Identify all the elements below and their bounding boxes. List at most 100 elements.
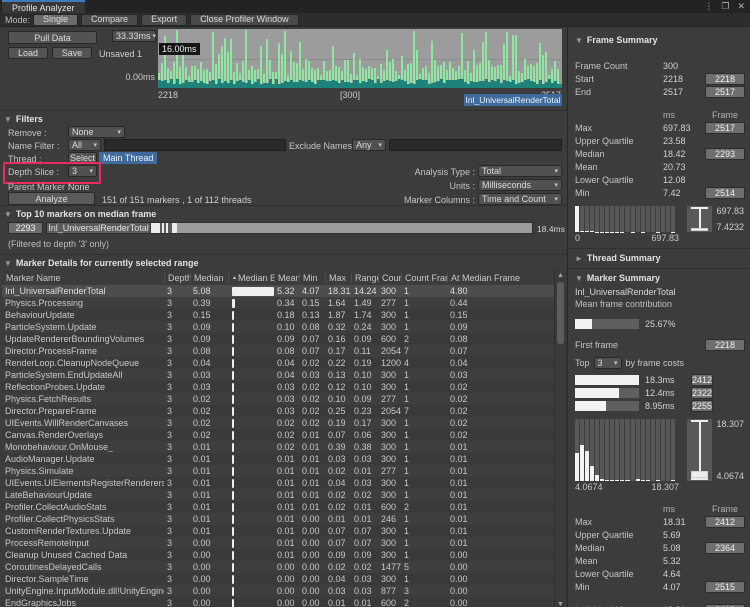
analyze-button[interactable]: Analyze bbox=[8, 192, 95, 205]
marker-summary-title[interactable]: ▼ Marker Summary bbox=[575, 273, 744, 283]
table-row[interactable]: BehaviourUpdate30.150.180.131.871.743001… bbox=[2, 309, 554, 321]
table-row[interactable]: Inl_UniversalRenderTotal35.085.324.0718.… bbox=[2, 285, 554, 297]
table-row[interactable]: Profiler.CollectAudioStats30.010.010.010… bbox=[2, 501, 554, 513]
table-row[interactable]: ParticleSystem.EndUpdateAll30.030.040.03… bbox=[2, 369, 554, 381]
scrollbar-thumb[interactable] bbox=[557, 282, 564, 344]
maximize-icon[interactable]: ❐ bbox=[721, 1, 729, 12]
exclude-names-input[interactable] bbox=[389, 139, 562, 151]
table-row[interactable]: Physics.FetchResults30.020.030.020.100.0… bbox=[2, 393, 554, 405]
export-button[interactable]: Export bbox=[141, 14, 187, 26]
start-frame-button[interactable]: 2218 bbox=[705, 73, 745, 85]
table-row[interactable]: Director.ProcessFrame30.080.080.070.170.… bbox=[2, 345, 554, 357]
col-range[interactable]: Range bbox=[351, 273, 378, 283]
table-row[interactable]: CoroutinesDelayedCalls30.000.000.000.020… bbox=[2, 561, 554, 573]
stat-frame-button[interactable]: 2517 bbox=[705, 122, 745, 134]
table-row[interactable]: LateBehaviourUpdate30.010.010.010.020.02… bbox=[2, 489, 554, 501]
stat-frame-button[interactable]: 2364 bbox=[705, 542, 745, 554]
col-median-bar[interactable]: ▲Median Bar bbox=[228, 273, 274, 283]
table-cell: 0.01 bbox=[299, 502, 325, 512]
end-frame-button[interactable]: 2517 bbox=[705, 86, 745, 98]
top-n-dropdown[interactable]: 3 ▾ bbox=[594, 357, 622, 369]
first-frame-button[interactable]: 2218 bbox=[705, 339, 745, 351]
frame-summary-boxplot[interactable] bbox=[687, 206, 712, 232]
frame-scale-dropdown[interactable]: 33.33ms ▾ bbox=[112, 30, 156, 42]
col-count[interactable]: Count bbox=[378, 273, 401, 283]
table-cell: 1477 bbox=[378, 562, 401, 572]
table-row[interactable]: ProcessRemoteInput30.000.010.000.070.073… bbox=[2, 537, 554, 549]
marker-details-title[interactable]: ▼ Marker Details for currently selected … bbox=[4, 258, 199, 268]
table-row[interactable]: UIEvents.UIElementsRegisterRenderers30.0… bbox=[2, 477, 554, 489]
name-filter-input[interactable] bbox=[104, 139, 286, 151]
remove-dropdown[interactable]: None ▾ bbox=[68, 126, 125, 138]
col-depth[interactable]: Depth bbox=[164, 273, 190, 283]
table-cell: 0.13 bbox=[325, 370, 351, 380]
load-button[interactable]: Load bbox=[8, 47, 48, 59]
table-row[interactable]: Physics.Processing30.390.340.151.641.492… bbox=[2, 297, 554, 309]
stat-frame-button[interactable]: 2293 bbox=[705, 148, 745, 160]
frame-time-chart[interactable]: 16.00ms bbox=[158, 29, 562, 88]
table-row[interactable]: ParticleSystem.Update30.090.100.080.320.… bbox=[2, 321, 554, 333]
depth-slice-dropdown[interactable]: 3 ▾ bbox=[68, 165, 97, 177]
table-row[interactable]: AudioManager.Update30.010.010.010.030.03… bbox=[2, 453, 554, 465]
table-cell: 300 bbox=[378, 478, 401, 488]
stat-frame-button[interactable]: 2412 bbox=[705, 516, 745, 528]
marker-columns-dropdown[interactable]: Time and Count ▾ bbox=[478, 193, 562, 205]
scroll-down-icon[interactable]: ▼ bbox=[555, 600, 566, 607]
save-button[interactable]: Save bbox=[52, 47, 92, 59]
table-row[interactable]: Director.PrepareFrame30.020.030.020.250.… bbox=[2, 405, 554, 417]
units-dropdown[interactable]: Milliseconds ▾ bbox=[478, 179, 562, 191]
scroll-up-icon[interactable]: ▲ bbox=[555, 271, 566, 280]
frame-summary-title[interactable]: ▼ Frame Summary bbox=[575, 35, 744, 45]
thread-summary-title[interactable]: ► Thread Summary bbox=[575, 253, 744, 263]
table-row[interactable]: Profiler.CollectPhysicsStats30.010.010.0… bbox=[2, 513, 554, 525]
tab-profile-analyzer[interactable]: Profile Analyzer bbox=[2, 0, 85, 13]
table-row[interactable]: ReflectionProbes.Update30.030.030.020.12… bbox=[2, 381, 554, 393]
frame-summary-histogram[interactable] bbox=[575, 206, 675, 232]
top-frame-button[interactable]: 2255 bbox=[691, 400, 713, 412]
mode-single-button[interactable]: Single bbox=[33, 14, 78, 26]
analysis-type-dropdown[interactable]: Total ▾ bbox=[478, 165, 562, 177]
col-marker-name[interactable]: Marker Name bbox=[2, 273, 164, 283]
menu-icon[interactable]: ⋮ bbox=[704, 1, 713, 12]
top-frame-button[interactable]: 2322 bbox=[691, 387, 713, 399]
top-frame-button[interactable]: 2412 bbox=[691, 374, 713, 386]
table-row[interactable]: Cleanup Unused Cached Data30.000.010.000… bbox=[2, 549, 554, 561]
stat-frame-button[interactable]: 2412 bbox=[705, 604, 745, 607]
top10-title[interactable]: ▼ Top 10 markers on median frame bbox=[4, 209, 156, 219]
col-count-frame[interactable]: Count Frame bbox=[401, 273, 447, 283]
table-scrollbar[interactable]: ▲ ▼ bbox=[554, 270, 567, 607]
thread-select-button[interactable]: Select bbox=[68, 152, 97, 164]
pull-data-button[interactable]: Pull Data bbox=[8, 31, 97, 44]
stat-frame-button[interactable]: 2515 bbox=[705, 581, 745, 593]
name-filter-mode-dropdown[interactable]: All ▾ bbox=[68, 139, 101, 151]
close-profiler-window-button[interactable]: Close Profiler Window bbox=[190, 14, 299, 26]
table-row[interactable]: RenderLoop.CleanupNodeQueue30.040.040.02… bbox=[2, 357, 554, 369]
filters-title[interactable]: ▼ Filters bbox=[4, 114, 43, 124]
col-at-median-frame[interactable]: At Median Frame bbox=[447, 273, 554, 283]
mode-bar: Mode: Single Compare Export Close Profil… bbox=[0, 13, 750, 27]
table-row[interactable]: CustomRenderTextures.Update30.010.010.00… bbox=[2, 525, 554, 537]
stat-frame-button[interactable]: 2514 bbox=[705, 187, 745, 199]
marker-summary-boxplot[interactable] bbox=[687, 419, 712, 481]
table-row[interactable]: EndGraphicsJobs30.000.000.000.010.016002… bbox=[2, 597, 554, 607]
table-row[interactable]: Physics.Simulate30.010.010.010.020.01277… bbox=[2, 465, 554, 477]
profile-analyzer-window: Profile Analyzer ⋮ ❐ ✕ Mode: Single Comp… bbox=[0, 0, 750, 607]
table-row[interactable]: UIEvents.WillRenderCanvases30.020.020.02… bbox=[2, 417, 554, 429]
col-median[interactable]: Median bbox=[190, 273, 228, 283]
col-max[interactable]: Max bbox=[325, 273, 351, 283]
thread-value-badge[interactable]: Main Thread bbox=[99, 152, 157, 164]
col-mean[interactable]: Mean bbox=[274, 273, 299, 283]
col-min[interactable]: Min bbox=[299, 273, 325, 283]
top10-frame-button[interactable]: 2293 bbox=[8, 222, 43, 234]
marker-summary-histogram[interactable] bbox=[575, 419, 675, 481]
close-icon[interactable]: ✕ bbox=[737, 1, 745, 12]
table-row[interactable]: Canvas.RenderOverlays30.020.020.010.070.… bbox=[2, 429, 554, 441]
table-row[interactable]: UpdateRendererBoundingVolumes30.090.090.… bbox=[2, 333, 554, 345]
top10-marker-bar[interactable]: Inl_UniversalRenderTotal bbox=[46, 222, 533, 234]
table-row[interactable]: UnityEngine.InputModule.dll!UnityEngineI… bbox=[2, 585, 554, 597]
table-row[interactable]: Monobehaviour.OnMouse_30.010.020.010.390… bbox=[2, 441, 554, 453]
table-row[interactable]: Director.SampleTime30.000.000.000.040.03… bbox=[2, 573, 554, 585]
chart-x-start-label: 2218 bbox=[158, 90, 178, 100]
exclude-mode-dropdown[interactable]: Any ▾ bbox=[352, 139, 386, 151]
mode-compare-button[interactable]: Compare bbox=[81, 14, 138, 26]
